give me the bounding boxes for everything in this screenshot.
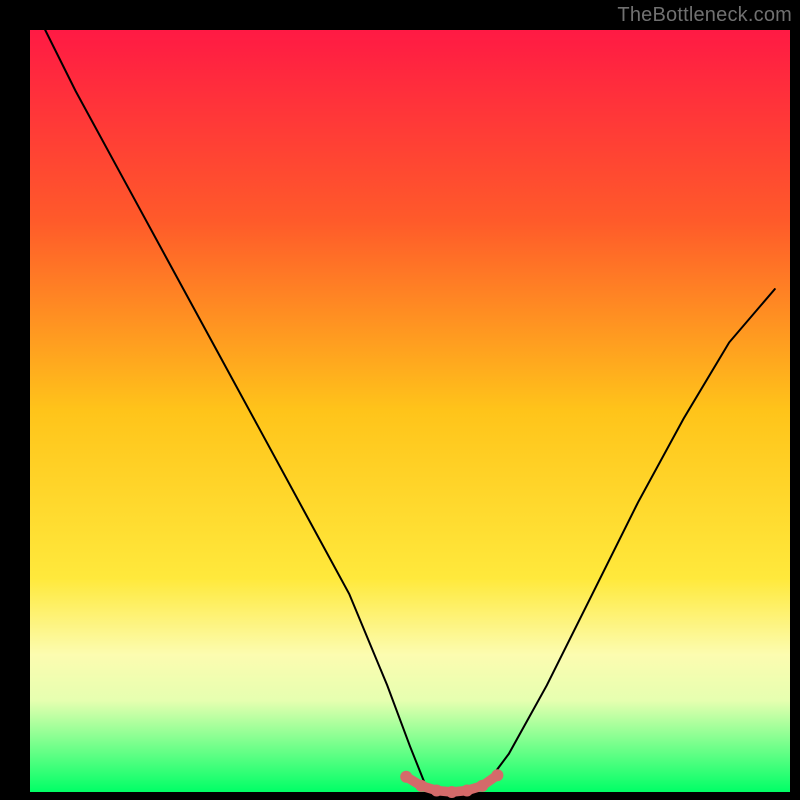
optimal-band-dot <box>400 771 412 783</box>
watermark-text: TheBottleneck.com <box>617 4 792 27</box>
optimal-band-dot <box>446 786 458 798</box>
chart-svg <box>0 0 800 800</box>
optimal-band-dot <box>461 785 473 797</box>
optimal-band-dot <box>431 785 443 797</box>
optimal-band-dot <box>476 780 488 792</box>
chart-frame: TheBottleneck.com <box>0 0 800 800</box>
plot-area <box>30 30 790 792</box>
optimal-band-dot <box>491 769 503 781</box>
optimal-band-dot <box>415 780 427 792</box>
